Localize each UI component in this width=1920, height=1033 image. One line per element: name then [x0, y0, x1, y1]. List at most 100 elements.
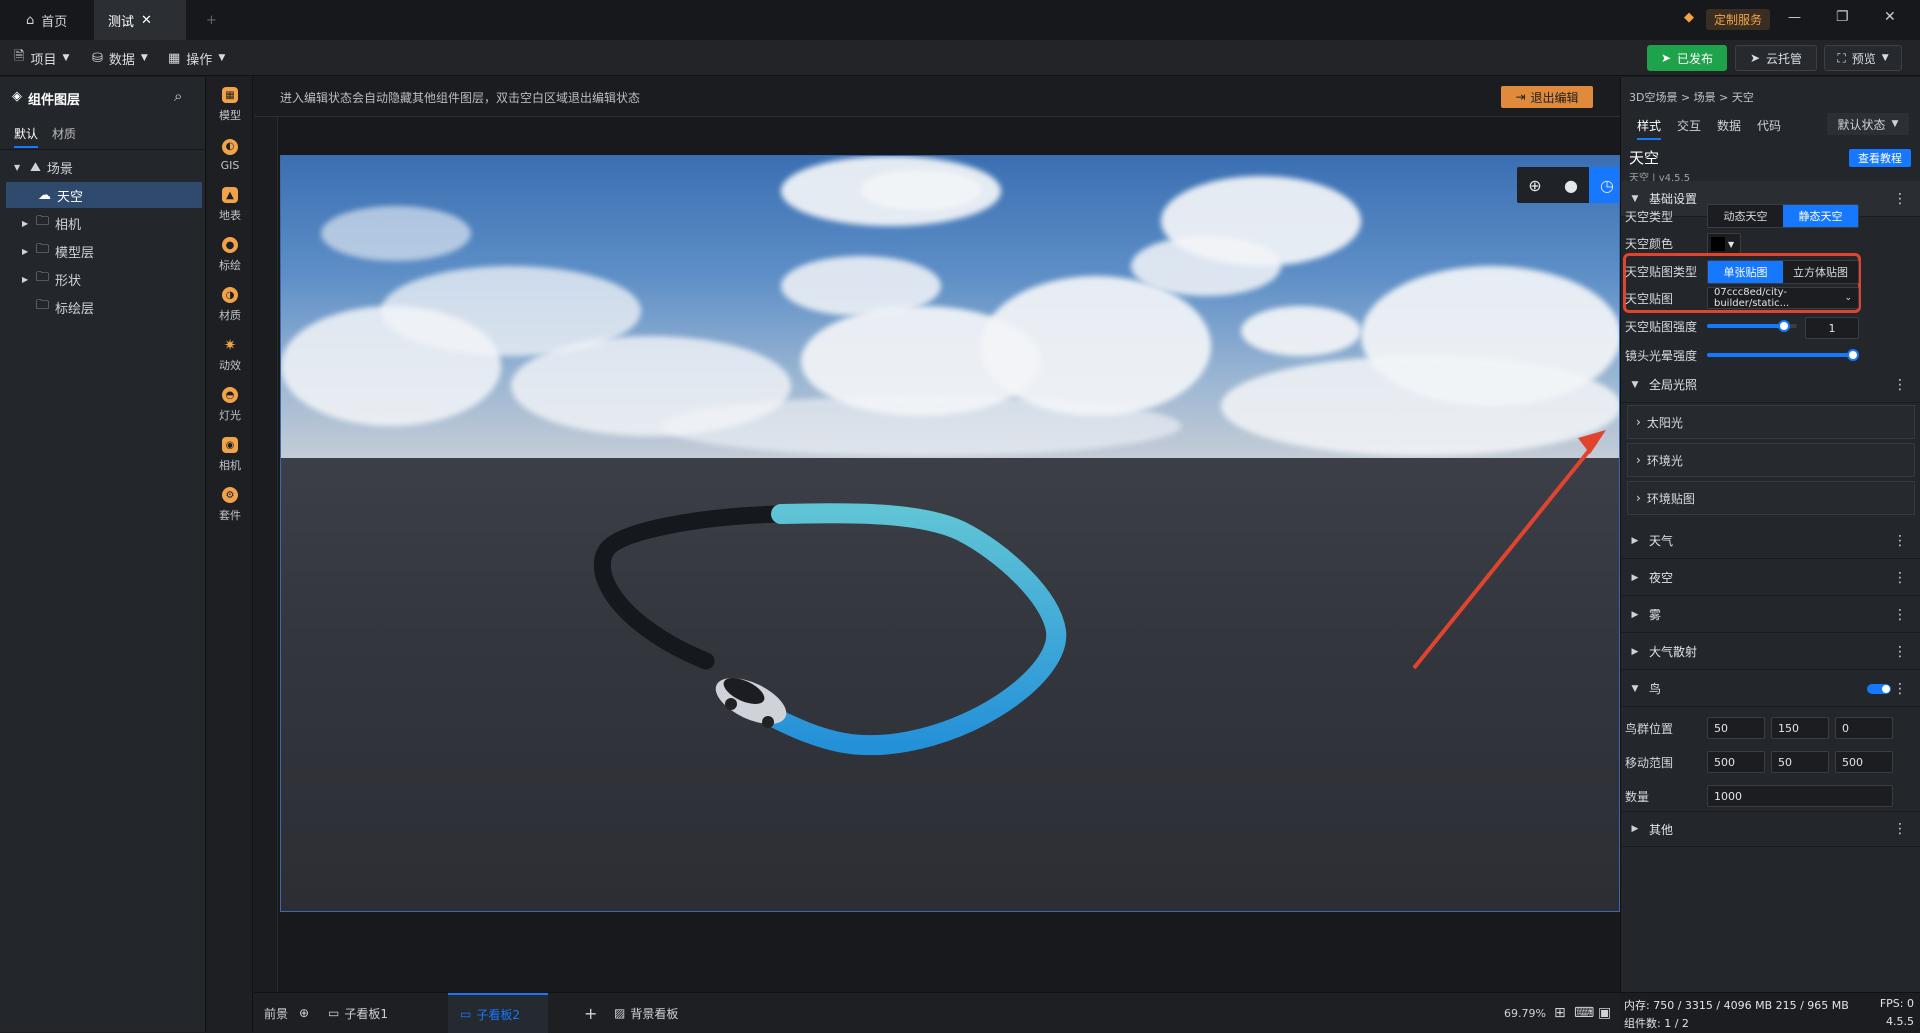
tab-home[interactable]: ⌂ 首页: [12, 0, 94, 40]
tree-item-camera[interactable]: ▶ 🗀 相机: [0, 210, 202, 236]
tree-item-model-layer[interactable]: ▶ 🗀 模型层: [0, 238, 202, 264]
tool-gis[interactable]: ◐ GIS: [207, 130, 253, 180]
tab-front[interactable]: 前景 ⊕: [264, 993, 309, 1033]
tab-sub1[interactable]: ▭ 子看板1: [328, 993, 388, 1033]
tree-item-sky[interactable]: ☁ 天空: [6, 182, 202, 208]
keyboard-icon[interactable]: ⌨: [1574, 993, 1594, 1033]
search-icon[interactable]: ⌕: [174, 87, 182, 105]
more-icon[interactable]: ⋮: [1893, 644, 1907, 660]
preview-button[interactable]: ⛶ 预览 ▼: [1824, 45, 1902, 71]
tool-kit[interactable]: ⚙ 套件: [207, 480, 253, 530]
slider-handle[interactable]: [1778, 320, 1790, 332]
section-global-light[interactable]: ▼ 全局光照 ⋮: [1621, 367, 1920, 403]
option-dynamic-sky[interactable]: 动态天空: [1708, 205, 1783, 227]
exit-edit-button[interactable]: ⇥ 退出编辑: [1501, 86, 1593, 108]
tab-default[interactable]: 默认: [14, 125, 39, 148]
window-close-button[interactable]: ✕: [1884, 9, 1896, 25]
tab-material[interactable]: 材质: [52, 125, 76, 142]
menu-bar: 🗎 项目 ▼ ⛁ 数据 ▼ ▦ 操作 ▼ ➤ 已发布 ➤ 云托管 ⛶ 预览 ▼: [0, 40, 1920, 76]
version-label: 4.5.5: [1886, 1015, 1914, 1028]
tab-data[interactable]: 数据: [1717, 117, 1741, 134]
fit-icon[interactable]: ⊞: [1554, 993, 1566, 1033]
bird-pos-y-input[interactable]: 150: [1771, 717, 1829, 739]
move-x-input[interactable]: 500: [1707, 751, 1765, 773]
move-z-input[interactable]: 500: [1835, 751, 1893, 773]
section-bird[interactable]: ▼ 鸟 ⋮: [1621, 671, 1920, 707]
tex-select[interactable]: 07ccc8ed/city-builder/static... ⌄: [1707, 287, 1859, 309]
count-input[interactable]: 1000: [1707, 785, 1893, 807]
tool-light[interactable]: ◓ 灯光: [207, 380, 253, 430]
sky-color-picker[interactable]: ▼: [1707, 233, 1741, 255]
add-circle-icon[interactable]: ⊕: [299, 1006, 309, 1020]
terminal-icon[interactable]: ▣: [1598, 993, 1611, 1033]
more-icon[interactable]: ⋮: [1893, 570, 1907, 586]
sky-type-toggle[interactable]: 动态天空 静态天空: [1707, 204, 1859, 228]
tree-item-scene[interactable]: ▼ ⛰ 场景: [0, 154, 202, 180]
tex-type-toggle[interactable]: 单张贴图 立方体贴图: [1707, 260, 1859, 284]
add-tab-button[interactable]: +: [192, 0, 226, 40]
more-icon[interactable]: ⋮: [1893, 377, 1907, 393]
bird-pos-x-input[interactable]: 50: [1707, 717, 1765, 739]
sub-sun[interactable]: › 太阳光: [1627, 405, 1915, 439]
option-cube-texture[interactable]: 立方体贴图: [1783, 261, 1858, 283]
sub-env-map[interactable]: › 环境贴图: [1627, 481, 1915, 515]
tutorial-button[interactable]: 查看教程: [1849, 149, 1911, 167]
zoom-level[interactable]: 69.79%: [1504, 993, 1546, 1033]
tab-test[interactable]: 测试 ✕: [94, 0, 186, 40]
tool-terrain[interactable]: ▲ 地表: [207, 180, 253, 230]
tree-item-plot-layer[interactable]: 🗀 标绘层: [0, 294, 202, 320]
cloud-button[interactable]: ➤ 云托管: [1735, 45, 1817, 71]
tool-model[interactable]: ▦ 模型: [207, 80, 253, 130]
tool-plot[interactable]: ● 标绘: [207, 230, 253, 280]
tool-effect[interactable]: ✷ 动效: [207, 330, 253, 380]
section-weather[interactable]: ▶ 天气 ⋮: [1621, 523, 1920, 559]
custom-service-button[interactable]: 定制服务: [1706, 9, 1771, 30]
more-icon[interactable]: ⋮: [1893, 533, 1907, 549]
move-y-input[interactable]: 50: [1771, 751, 1829, 773]
section-other[interactable]: ▶ 其他 ⋮: [1621, 811, 1920, 847]
menu-data[interactable]: ⛁ 数据 ▼: [92, 48, 148, 68]
tool-camera[interactable]: ◉ 相机: [207, 430, 253, 480]
tool-material[interactable]: ◑ 材质: [207, 280, 253, 330]
edit-hint: 进入编辑状态会自动隐藏其他组件图层，双击空白区域退出编辑状态: [280, 91, 641, 105]
more-icon[interactable]: ⋮: [1893, 821, 1907, 837]
more-icon[interactable]: ⋮: [1893, 191, 1907, 207]
section-night[interactable]: ▶ 夜空 ⋮: [1621, 560, 1920, 596]
option-single-texture[interactable]: 单张贴图: [1708, 261, 1783, 283]
state-select[interactable]: 默认状态 ▼: [1827, 113, 1909, 135]
tab-code[interactable]: 代码: [1757, 117, 1781, 134]
tex-strength-input[interactable]: 1: [1805, 317, 1859, 339]
bird-toggle[interactable]: [1867, 683, 1891, 694]
tab-background[interactable]: ▨ 背景看板: [614, 993, 678, 1033]
tab-style[interactable]: 样式: [1637, 117, 1662, 140]
maximize-button[interactable]: ❐: [1836, 9, 1849, 25]
tex-strength-slider[interactable]: [1707, 320, 1797, 332]
more-icon[interactable]: ⋮: [1893, 681, 1907, 697]
option-static-sky[interactable]: 静态天空: [1783, 205, 1858, 227]
sphere-view-icon[interactable]: ●: [1553, 167, 1589, 203]
bird-pos-z-input[interactable]: 0: [1835, 717, 1893, 739]
close-icon[interactable]: ✕: [141, 13, 152, 28]
menu-operate[interactable]: ▦ 操作 ▼: [168, 48, 225, 68]
sub-ambient[interactable]: › 环境光: [1627, 443, 1915, 477]
globe-view-icon[interactable]: ⊕: [1517, 167, 1553, 203]
sky-view-icon[interactable]: ◷: [1589, 167, 1619, 203]
lens-flare-slider[interactable]: [1707, 349, 1859, 361]
fps-status: FPS: 0: [1879, 997, 1914, 1010]
add-board-button[interactable]: +: [584, 993, 597, 1033]
tab-interaction[interactable]: 交互: [1677, 117, 1701, 134]
minimize-button[interactable]: —: [1788, 10, 1801, 25]
menu-project[interactable]: 🗎 项目 ▼: [14, 48, 69, 68]
tex-strength-label: 天空贴图强度: [1625, 320, 1698, 334]
tree-item-shape[interactable]: ▶ 🗀 形状: [0, 266, 202, 292]
move-range-label: 移动范围: [1625, 756, 1674, 770]
section-atmosphere[interactable]: ▶ 大气散射 ⋮: [1621, 634, 1920, 670]
tab-sub2[interactable]: ▭ 子看板2: [448, 993, 548, 1033]
color-swatch: [1711, 237, 1725, 251]
caret-right-icon: ▶: [1631, 824, 1639, 834]
more-icon[interactable]: ⋮: [1893, 607, 1907, 623]
slider-handle[interactable]: [1847, 349, 1859, 361]
property-panel: 3D空场景 > 场景 > 天空 样式 交互 数据 代码 默认状态 ▼ 天空 天空 …: [1620, 77, 1920, 1032]
section-fog[interactable]: ▶ 雾 ⋮: [1621, 597, 1920, 633]
published-button[interactable]: ➤ 已发布: [1647, 45, 1727, 71]
